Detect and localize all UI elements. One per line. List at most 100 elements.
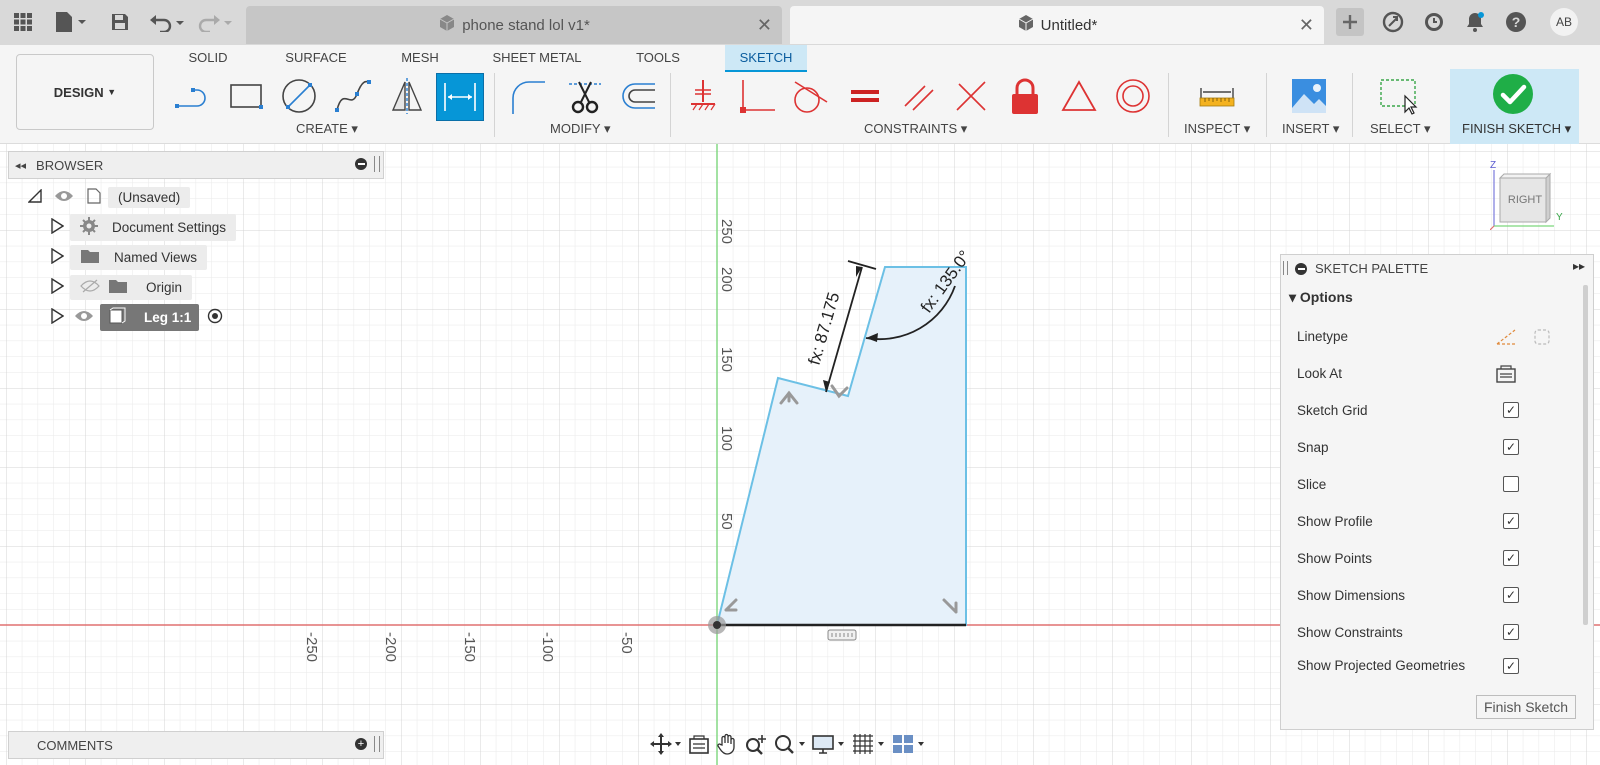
tab-sheet-metal[interactable]: SHEET METAL bbox=[488, 45, 586, 70]
zoom-window-icon[interactable] bbox=[774, 733, 806, 758]
tab-sketch[interactable]: SKETCH bbox=[725, 45, 807, 72]
palette-header[interactable]: SKETCH PALETTE ▸▸ bbox=[1281, 255, 1593, 283]
browser-root-row[interactable]: (Unsaved) bbox=[27, 184, 191, 210]
modify-group-label[interactable]: MODIFY ▾ bbox=[550, 121, 610, 137]
perpendicular-constraint-icon[interactable] bbox=[948, 73, 994, 119]
close-tab-icon[interactable]: ✕ bbox=[757, 15, 772, 36]
options-section-header[interactable]: ▾ Options bbox=[1289, 289, 1353, 306]
trim-scissors-icon[interactable] bbox=[562, 73, 608, 119]
visibility-eye-icon[interactable] bbox=[74, 309, 94, 326]
slice-checkbox[interactable] bbox=[1503, 476, 1519, 492]
display-settings-icon[interactable] bbox=[812, 733, 846, 758]
show-projected-geometries-checkbox[interactable]: ✓ bbox=[1503, 658, 1519, 674]
view-cube[interactable]: Z Y RIGHT bbox=[1489, 160, 1570, 231]
insert-image-icon[interactable] bbox=[1286, 73, 1332, 119]
workspace-switcher-button[interactable]: DESIGN ▼ bbox=[16, 54, 154, 130]
zoom-icon[interactable] bbox=[744, 733, 768, 758]
job-status-icon[interactable] bbox=[1421, 9, 1447, 35]
show-constraints-checkbox[interactable]: ✓ bbox=[1503, 624, 1519, 640]
spline-tool-icon[interactable] bbox=[330, 73, 376, 119]
app-grid-icon[interactable] bbox=[10, 9, 36, 35]
concentric-constraint-icon[interactable] bbox=[1110, 73, 1156, 119]
panel-grip-icon[interactable] bbox=[1283, 261, 1288, 275]
mirror-tool-icon[interactable] bbox=[384, 73, 430, 119]
notifications-bell-icon[interactable] bbox=[1462, 9, 1488, 35]
close-tab-icon[interactable]: ✕ bbox=[1299, 15, 1314, 36]
browser-panel-header[interactable]: ◂◂ BROWSER bbox=[8, 151, 384, 179]
panel-grip-icon[interactable] bbox=[374, 736, 380, 752]
offset-tool-icon[interactable] bbox=[614, 73, 660, 119]
fillet-tool-icon[interactable] bbox=[506, 73, 552, 119]
sketch-dimension-tool-icon[interactable] bbox=[436, 73, 484, 121]
sketch-grid-checkbox[interactable]: ✓ bbox=[1503, 402, 1519, 418]
add-comment-icon[interactable]: + bbox=[355, 738, 367, 750]
collapse-triangle-icon[interactable] bbox=[27, 187, 42, 206]
fix-constraint-icon[interactable] bbox=[680, 73, 726, 119]
expand-triangle-icon[interactable] bbox=[50, 277, 65, 297]
tab-mesh[interactable]: MESH bbox=[398, 45, 442, 70]
select-group-label[interactable]: SELECT ▾ bbox=[1370, 121, 1430, 137]
user-avatar[interactable]: AB bbox=[1550, 8, 1578, 36]
constraints-group-label[interactable]: CONSTRAINTS ▾ bbox=[864, 121, 967, 137]
palette-scrollbar[interactable] bbox=[1583, 285, 1588, 625]
tab-solid[interactable]: SOLID bbox=[180, 45, 236, 70]
expand-palette-icon[interactable]: ▸▸ bbox=[1573, 259, 1585, 273]
browser-item-document-settings[interactable]: Document Settings bbox=[50, 213, 237, 241]
visibility-eye-icon[interactable] bbox=[54, 189, 74, 206]
create-group-label[interactable]: CREATE ▾ bbox=[296, 121, 358, 137]
select-window-icon[interactable] bbox=[1376, 73, 1422, 119]
browser-item-leg[interactable]: Leg 1:1 bbox=[50, 303, 223, 331]
look-at-icon[interactable] bbox=[1495, 364, 1517, 387]
tab-untitled[interactable]: Untitled* ✕ bbox=[790, 6, 1324, 44]
triangle-constraint-icon[interactable] bbox=[1056, 73, 1102, 119]
browser-collapse-icon[interactable] bbox=[355, 158, 367, 170]
palette-finish-sketch-button[interactable]: Finish Sketch bbox=[1476, 695, 1576, 719]
show-points-checkbox[interactable]: ✓ bbox=[1503, 550, 1519, 566]
expand-triangle-icon[interactable] bbox=[50, 307, 65, 327]
tab-tools[interactable]: TOOLS bbox=[628, 45, 688, 70]
grid-settings-icon[interactable] bbox=[852, 733, 886, 758]
finish-sketch-button[interactable]: FINISH SKETCH ▾ bbox=[1450, 69, 1579, 144]
tab-phone-stand[interactable]: phone stand lol v1* ✕ bbox=[246, 6, 782, 44]
inspect-group-label[interactable]: INSPECT ▾ bbox=[1184, 121, 1250, 137]
show-profile-checkbox[interactable]: ✓ bbox=[1503, 513, 1519, 529]
panel-grip-icon[interactable] bbox=[374, 156, 380, 172]
circle-tool-icon[interactable] bbox=[276, 73, 322, 119]
new-tab-icon[interactable] bbox=[1336, 8, 1364, 36]
coincident-constraint-icon[interactable] bbox=[734, 73, 780, 119]
redo-icon[interactable] bbox=[196, 9, 236, 35]
view-cube-face-label[interactable]: RIGHT bbox=[1503, 194, 1547, 206]
help-icon[interactable]: ? bbox=[1503, 9, 1529, 35]
hidden-eye-icon[interactable] bbox=[80, 279, 100, 296]
measure-ruler-icon[interactable] bbox=[1194, 73, 1240, 119]
palette-collapse-icon[interactable] bbox=[1295, 263, 1307, 275]
lock-constraint-icon[interactable] bbox=[1002, 73, 1048, 119]
file-menu-icon[interactable] bbox=[52, 9, 90, 35]
tangent-constraint-icon[interactable] bbox=[786, 73, 832, 119]
activate-radio-icon[interactable] bbox=[207, 308, 223, 327]
insert-group-label[interactable]: INSERT ▾ bbox=[1282, 121, 1339, 137]
show-dimensions-checkbox[interactable]: ✓ bbox=[1503, 587, 1519, 603]
centerline-linetype-icon[interactable] bbox=[1533, 328, 1551, 349]
construction-linetype-icon[interactable] bbox=[1495, 328, 1517, 349]
look-at-view-icon[interactable] bbox=[688, 733, 710, 758]
comments-title: COMMENTS bbox=[37, 737, 113, 753]
collapse-browser-icon[interactable]: ◂◂ bbox=[15, 159, 26, 172]
viewports-icon[interactable] bbox=[892, 733, 926, 758]
browser-item-named-views[interactable]: Named Views bbox=[50, 244, 208, 270]
pan-hand-icon[interactable] bbox=[716, 733, 738, 758]
expand-triangle-icon[interactable] bbox=[50, 247, 65, 267]
tab-surface[interactable]: SURFACE bbox=[280, 45, 352, 70]
parallel-constraint-icon[interactable] bbox=[896, 73, 942, 119]
browser-item-origin[interactable]: Origin bbox=[50, 274, 193, 300]
line-tool-icon[interactable] bbox=[170, 73, 216, 119]
comments-panel-header[interactable]: COMMENTS + bbox=[8, 731, 384, 759]
save-icon[interactable] bbox=[108, 9, 132, 35]
equal-constraint-icon[interactable] bbox=[842, 73, 888, 119]
expand-triangle-icon[interactable] bbox=[50, 217, 65, 237]
orbit-icon[interactable] bbox=[650, 732, 682, 758]
snap-checkbox[interactable]: ✓ bbox=[1503, 439, 1519, 455]
rectangle-tool-icon[interactable] bbox=[223, 73, 269, 119]
undo-icon[interactable] bbox=[148, 9, 188, 35]
extensions-icon[interactable] bbox=[1380, 9, 1406, 35]
